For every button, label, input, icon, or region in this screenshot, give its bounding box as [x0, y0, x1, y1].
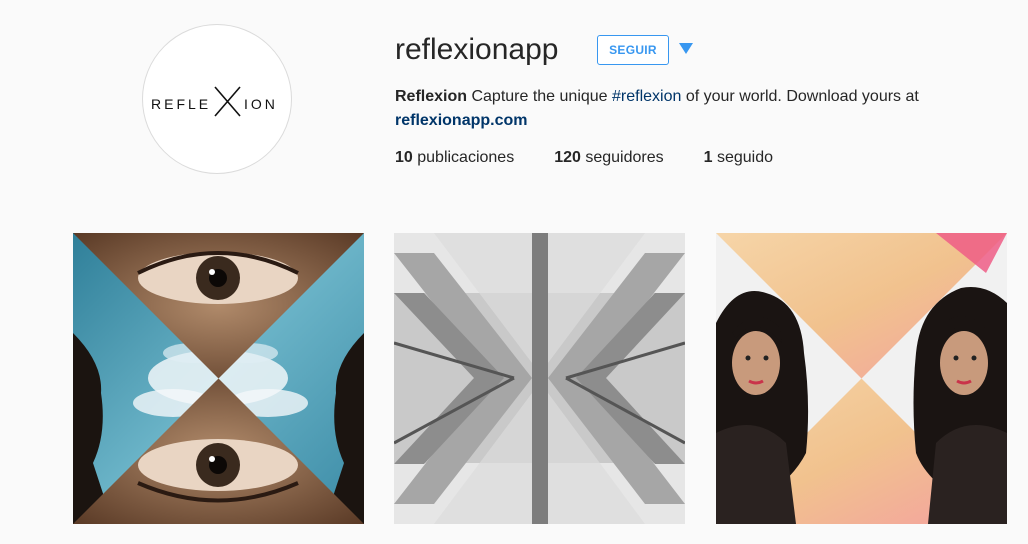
stat-posts: 10 publicaciones: [395, 147, 514, 169]
profile-avatar[interactable]: REFLE ION: [142, 24, 292, 174]
following-count: 1: [703, 149, 713, 166]
bio-hashtag-link[interactable]: #reflexion: [612, 88, 681, 105]
bio-text-part-1: Capture the unique: [467, 88, 613, 105]
logo-text-right: ION: [244, 96, 278, 112]
bio-text-part-2: of your world. Download yours at: [681, 88, 919, 105]
post-image-portrait: [716, 233, 1007, 524]
reflexion-logo: REFLE ION: [151, 86, 278, 117]
bio-name: Reflexion: [395, 88, 468, 105]
stat-followers[interactable]: 120 seguidores: [554, 147, 663, 169]
follow-button[interactable]: SEGUIR: [597, 35, 669, 65]
post-image-eye-sky: [73, 233, 364, 524]
dropdown-arrow-icon[interactable]: [679, 43, 693, 54]
post-thumbnail-1[interactable]: [73, 233, 364, 524]
followers-label: seguidores: [580, 149, 664, 166]
profile-stats: 10 publicaciones 120 seguidores 1 seguid…: [395, 147, 813, 169]
logo-x-mark: [214, 86, 241, 117]
posts-label: publicaciones: [412, 149, 515, 166]
bio-website-link[interactable]: reflexionapp.com: [395, 109, 975, 133]
posts-count: 10: [395, 149, 413, 166]
profile-username: reflexionapp: [395, 33, 559, 66]
logo-text-left: REFLE: [151, 96, 211, 112]
stat-following[interactable]: 1 seguido: [704, 147, 773, 169]
profile-bio: Reflexion Capture the unique #reflexion …: [395, 85, 975, 133]
post-image-architecture: [394, 233, 685, 524]
profile-page: REFLE ION reflexionapp SEGUIR Reflexion …: [0, 0, 1028, 544]
post-thumbnail-2[interactable]: [394, 233, 685, 524]
post-thumbnail-3[interactable]: [716, 233, 1007, 524]
following-label: seguido: [712, 149, 774, 166]
followers-count: 120: [554, 149, 581, 166]
